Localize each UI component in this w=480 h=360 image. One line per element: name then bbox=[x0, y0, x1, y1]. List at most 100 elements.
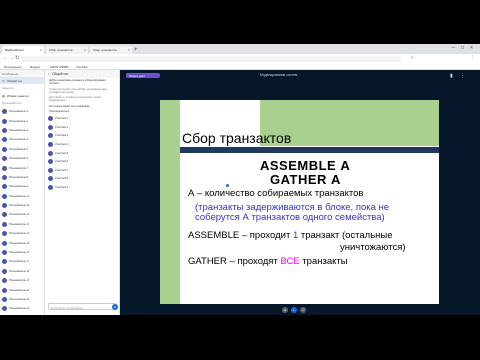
minimize-icon[interactable]: – bbox=[452, 45, 455, 51]
chat-input[interactable]: Отправить сообщение bbox=[48, 303, 117, 310]
message-author: Участник 5 bbox=[55, 151, 69, 155]
user-list-item[interactable]: Пользователь 20 bbox=[0, 285, 44, 294]
user-list-item[interactable]: Пользователь 16 bbox=[0, 248, 44, 257]
messages-header: Сообщения bbox=[0, 70, 44, 77]
avatar bbox=[2, 297, 7, 302]
user-list-item[interactable]: Пользователь 4 bbox=[0, 135, 44, 144]
send-button[interactable]: ➤ bbox=[112, 304, 118, 310]
address-bar[interactable] bbox=[22, 55, 402, 62]
user-list-item[interactable]: Пользователь 19 bbox=[0, 276, 44, 285]
avatar bbox=[2, 250, 7, 256]
microphone-icon[interactable]: ● bbox=[282, 307, 288, 313]
avatar bbox=[2, 174, 7, 180]
chat-message: Участник 6 bbox=[45, 157, 119, 166]
bookmark[interactable]: YouTube bbox=[76, 65, 88, 69]
presentation-area: Запись идёт Моделирование систем ⋮ ▮ Сбо… bbox=[120, 70, 480, 315]
slide-title: Сбор транзактов bbox=[182, 130, 292, 146]
avatar bbox=[2, 109, 7, 115]
avatar bbox=[48, 116, 53, 122]
user-list-item[interactable]: Пользователь 13 bbox=[0, 220, 44, 229]
menu-icon[interactable]: ⋮ bbox=[470, 55, 475, 61]
recording-badge[interactable]: Запись идёт bbox=[126, 73, 160, 78]
star-icon[interactable]: ☆ bbox=[410, 55, 414, 61]
close-icon[interactable]: × bbox=[128, 47, 130, 52]
options-icon[interactable]: ⋮ bbox=[460, 73, 465, 79]
users-sidebar: Сообщения ▭ Общий чат Заметки ▤ Общие заме… bbox=[0, 70, 45, 315]
user-list-item[interactable]: Пользователь 6 bbox=[0, 154, 44, 163]
avatar bbox=[2, 203, 7, 209]
user-name: Пользователь 9 bbox=[9, 185, 28, 189]
user-list-item[interactable]: Пользователь 2 bbox=[0, 116, 44, 125]
avatar bbox=[2, 231, 7, 237]
user-name: Пользователь 14 bbox=[9, 232, 30, 236]
user-name: Пользователь 2 bbox=[9, 119, 28, 123]
user-name: Пользователь 13 bbox=[9, 222, 30, 226]
user-list-item[interactable]: Пользователь 11 bbox=[0, 201, 44, 210]
user-name: Пользователь 8 bbox=[9, 175, 28, 179]
slide-text-part: транзакты bbox=[299, 256, 348, 267]
maximize-icon[interactable]: □ bbox=[461, 45, 464, 51]
browser-tab[interactable]: Сбор транзактов × bbox=[46, 46, 88, 54]
user-list-item[interactable]: Пользователь 1 bbox=[0, 107, 44, 116]
sidebar-item-label: Общие заметки bbox=[6, 93, 29, 98]
avatar bbox=[2, 156, 7, 162]
user-list-item[interactable]: Пользователь 18 bbox=[0, 267, 44, 276]
user-name: Пользователь 11 bbox=[9, 204, 30, 208]
slide-text: ASSEMBLE – проходит 1 транзакт (остальны… bbox=[188, 230, 393, 241]
sidebar-item-shared-notes[interactable]: ▤ Общие заметки bbox=[0, 92, 44, 99]
user-list-item[interactable]: Пользователь 21 bbox=[0, 295, 44, 304]
avatar bbox=[2, 118, 7, 124]
user-list-item[interactable]: Пользователь 7 bbox=[0, 163, 44, 172]
audio-icon[interactable]: ◐ bbox=[291, 307, 297, 313]
user-list-item[interactable]: Пользователь 3 bbox=[0, 126, 44, 135]
browser-tab[interactable]: Сбор транзактов × bbox=[90, 46, 132, 54]
browser-tab[interactable]: BigBlueButton × bbox=[2, 46, 44, 54]
user-name: Пользователь 5 bbox=[9, 147, 28, 151]
user-list-item[interactable]: Пользователь 22 bbox=[0, 304, 44, 313]
forward-icon[interactable]: → bbox=[9, 55, 14, 61]
avatar bbox=[2, 221, 7, 227]
chat-message: Участник 9 bbox=[45, 183, 119, 192]
browser-tabbar: BigBlueButton × Сбор транзактов × Сбор тра… bbox=[0, 44, 480, 54]
message-author: Участник 1 bbox=[55, 117, 69, 121]
user-name: Пользователь 7 bbox=[9, 166, 28, 170]
close-icon[interactable]: × bbox=[40, 47, 42, 52]
connection-icon[interactable]: ▮ bbox=[450, 73, 453, 79]
message-author: Участник 7 bbox=[55, 168, 69, 172]
user-list-item[interactable]: Пользователь 8 bbox=[0, 173, 44, 182]
close-window-icon[interactable]: × bbox=[470, 45, 473, 51]
sidebar-item-public-chat[interactable]: ▭ Общий чат bbox=[0, 77, 44, 84]
message-author: Участник 8 bbox=[55, 177, 69, 181]
reload-icon[interactable]: ↻ bbox=[15, 55, 19, 61]
avatar bbox=[2, 268, 7, 274]
slide-text-part: транзакт (остальные bbox=[298, 230, 393, 241]
avatar bbox=[2, 127, 7, 133]
user-list-item[interactable]: Пользователь 17 bbox=[0, 257, 44, 266]
avatar bbox=[48, 133, 53, 139]
user-list-item[interactable]: Пользователь 9 bbox=[0, 182, 44, 191]
bookmark[interactable]: Яндекс bbox=[30, 65, 40, 69]
bookmark[interactable]: Приложения bbox=[4, 65, 22, 69]
user-name: Пользователь 12 bbox=[9, 213, 30, 217]
bookmark[interactable]: НИЯУ МИФИ bbox=[50, 65, 68, 69]
user-name: Пользователь 17 bbox=[9, 260, 30, 264]
chat-message: Участник 4 bbox=[45, 140, 119, 149]
user-list-item[interactable]: Пользователь 5 bbox=[0, 145, 44, 154]
avatar bbox=[2, 212, 7, 218]
media-controls: ● ◐ ▪ bbox=[282, 307, 306, 313]
user-list-item[interactable]: Пользователь 12 bbox=[0, 210, 44, 219]
user-list-item[interactable]: Пользователь 10 bbox=[0, 192, 44, 201]
back-icon[interactable]: ‹ bbox=[48, 72, 49, 76]
user-name: Пользователь 6 bbox=[9, 157, 28, 161]
user-list-item[interactable]: Пользователь 15 bbox=[0, 238, 44, 247]
chat-title: Общий чат bbox=[52, 72, 69, 76]
camera-icon[interactable]: ▪ bbox=[300, 307, 306, 313]
user-list-item[interactable]: Пользователь 14 bbox=[0, 229, 44, 238]
presentation-slide: Сбор транзактов ASSEMBLE А GATHER А А – … bbox=[160, 100, 439, 304]
back-icon[interactable]: ← bbox=[3, 55, 8, 61]
new-tab-icon[interactable]: + bbox=[134, 46, 138, 54]
slide-command: GATHER А bbox=[270, 172, 341, 187]
avatar bbox=[2, 278, 7, 284]
avatar bbox=[2, 240, 7, 246]
close-icon[interactable]: × bbox=[84, 47, 86, 52]
